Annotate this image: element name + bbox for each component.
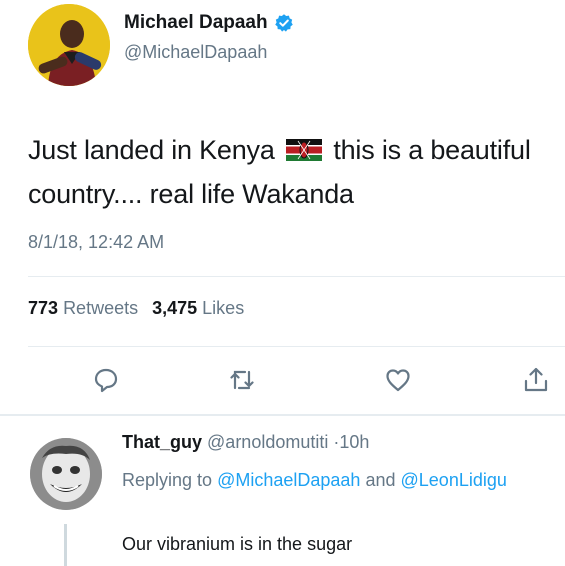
tweet-text: Just landed in Kenya this is a beautiful…	[28, 128, 558, 216]
divider	[28, 276, 565, 277]
author-handle[interactable]: @MichaelDapaah	[124, 42, 267, 63]
share-icon[interactable]	[522, 366, 550, 394]
replying-user-link[interactable]: @LeonLidigu	[401, 470, 507, 490]
replying-and: and	[365, 470, 396, 490]
author-name[interactable]: Michael Dapaah	[124, 12, 294, 34]
tweet-stats: 773 Retweets 3,475 Likes	[28, 298, 244, 319]
tweet-text-part1: Just landed in Kenya	[28, 135, 275, 165]
divider	[28, 346, 565, 347]
replying-prefix: Replying to	[122, 470, 213, 490]
reply-text: Our vibranium is in the sugar	[122, 534, 353, 554]
kenya-flag-icon	[286, 130, 322, 161]
action-bar	[0, 360, 565, 400]
verified-badge-icon	[274, 13, 294, 33]
author-name-text[interactable]: Michael Dapaah	[124, 12, 268, 34]
retweets-count: 773	[28, 298, 59, 318]
likes-label: Likes	[202, 298, 245, 318]
reply-author-handle[interactable]: @arnoldomutiti	[207, 432, 328, 452]
reply-avatar[interactable]	[30, 438, 102, 510]
reply-separator	[0, 414, 565, 416]
tweet-detail: Michael Dapaah @MichaelDapaah Just lande…	[0, 0, 565, 566]
reply-header: That_guy @arnoldomutiti ·10h	[122, 432, 369, 453]
retweets-label: Retweets	[63, 298, 139, 318]
replying-user-link[interactable]: @MichaelDapaah	[217, 470, 360, 490]
author-avatar[interactable]	[28, 4, 110, 86]
thread-line	[64, 524, 67, 566]
replying-to: Replying to @MichaelDapaah and @LeonLidi…	[122, 464, 542, 496]
retweets-stat[interactable]: 773 Retweets	[28, 298, 138, 319]
retweet-icon[interactable]	[228, 366, 256, 394]
likes-stat[interactable]: 3,475 Likes	[152, 298, 244, 319]
reply-icon[interactable]	[92, 366, 120, 394]
likes-count: 3,475	[152, 298, 198, 318]
tweet-timestamp[interactable]: 8/1/18, 12:42 AM	[28, 232, 164, 253]
reply-time[interactable]: 10h	[339, 432, 369, 452]
reply-author-name[interactable]: That_guy	[122, 432, 202, 452]
like-icon[interactable]	[384, 366, 412, 394]
